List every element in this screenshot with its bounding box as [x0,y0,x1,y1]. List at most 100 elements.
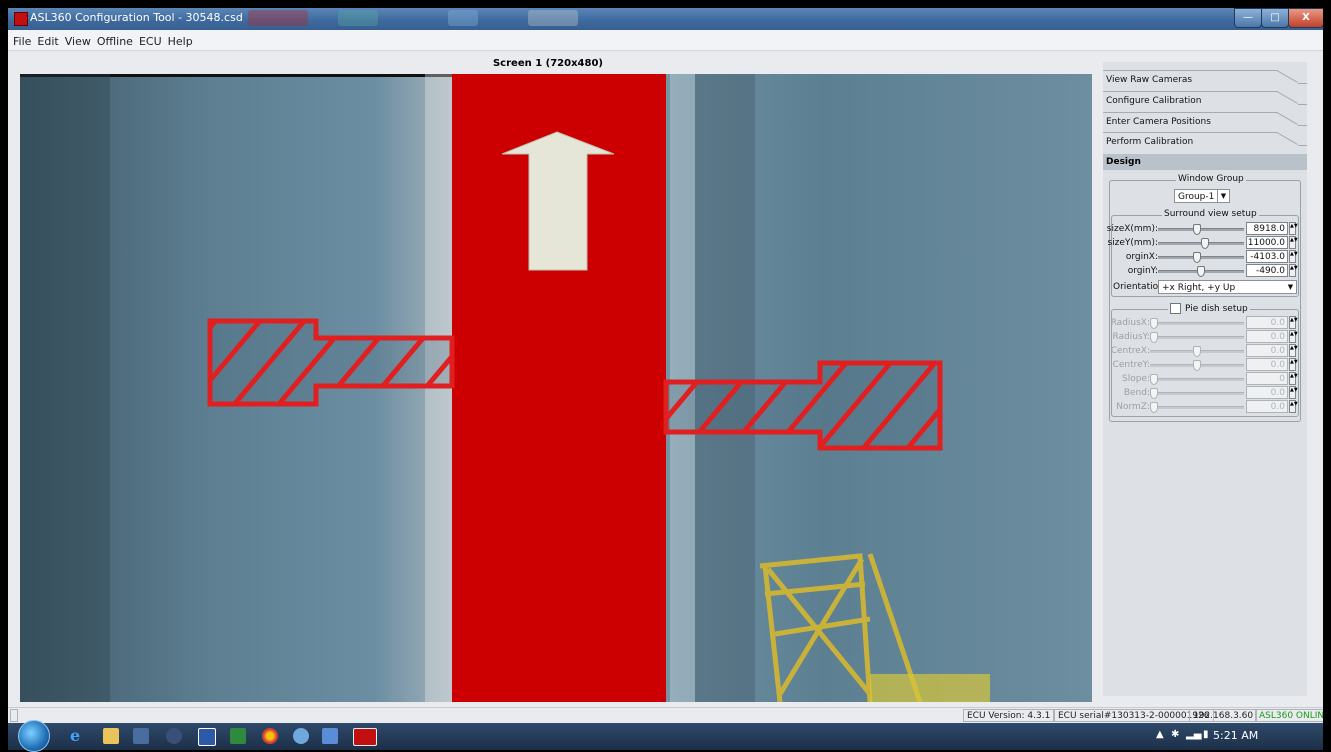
pie-slider-handle[interactable] [1150,402,1158,413]
pie-slider-track[interactable] [1150,378,1244,381]
pie-slider-track[interactable] [1150,336,1244,339]
right-panel: View Raw Cameras Configure Calibration E… [1103,62,1307,696]
camera-overlay [20,74,990,702]
surround-row: sizeX(mm): 8918.0 ▲▼ [1107,222,1298,236]
pie-slider-track[interactable] [1150,392,1244,395]
file-explorer-icon[interactable] [103,728,119,744]
start-button[interactable] [18,720,50,752]
surround-value-field[interactable]: -490.0 [1246,264,1288,277]
window-title: ASL360 Configuration Tool - 30548.csd [30,11,243,24]
pie-row: NormZ: 0.0 ▲▼ [1112,400,1298,414]
signal-icon[interactable]: ▂▄ [1186,729,1201,740]
menu-ecu[interactable]: ECU [136,32,165,52]
surround-slider-handle[interactable] [1193,252,1202,263]
maximize-button[interactable]: □ [1261,8,1289,28]
taskbar-glass-reflection [338,10,378,26]
window-group-select[interactable]: Group-1 ▼ [1174,189,1230,203]
pie-spin-arrows-icon[interactable]: ▲▼ [1289,344,1298,357]
bluetooth-icon[interactable]: ✱ [1171,729,1179,740]
pie-slider-track[interactable] [1150,406,1244,409]
surround-view-legend: Surround view setup [1162,209,1259,219]
minimize-button[interactable]: — [1234,8,1262,28]
pie-spin-arrows-icon[interactable]: ▲▼ [1289,372,1298,385]
pie-row: RadiusY: 0.0 ▲▼ [1112,330,1298,344]
surround-slider-handle[interactable] [1197,266,1205,277]
pie-value-field[interactable]: 0 [1246,372,1288,385]
battery-icon[interactable]: ▮ [1203,729,1209,740]
chevron-down-icon[interactable]: ▼ [1217,190,1229,202]
taskbar-glass-reflection [528,10,578,26]
pie-slider-handle[interactable] [1150,318,1158,329]
yellow-object [870,674,990,702]
surround-slider-handle[interactable] [1200,238,1209,249]
menu-edit[interactable]: Edit [34,32,61,52]
tray-chevron-up-icon[interactable]: ▲ [1156,729,1164,740]
ecu-ip: 192.168.3.60 [1189,709,1258,722]
menu-bar: File Edit View Offline ECU Help [8,30,1323,51]
pie-spin-arrows-icon[interactable]: ▲▼ [1289,330,1298,343]
pie-slider-handle[interactable] [1150,332,1158,343]
chevron-down-icon[interactable]: ▼ [1285,281,1296,293]
app-icon-blue[interactable] [293,728,309,744]
menu-help[interactable]: Help [165,32,196,52]
pie-dish-checkbox[interactable] [1170,303,1181,314]
pie-row: Bend: 0.0 ▲▼ [1112,386,1298,400]
pie-spin-arrows-icon[interactable]: ▲▼ [1289,358,1298,371]
pie-value-field[interactable]: 0.0 [1246,386,1288,399]
pie-label: RadiusX: [1110,318,1150,328]
pie-label: RadiusY: [1112,332,1150,342]
pie-value-field[interactable]: 0.0 [1246,344,1288,357]
pie-slider-handle[interactable] [1193,346,1201,357]
camera-shadow-left [20,74,110,702]
pie-slider-track[interactable] [1150,322,1244,325]
camera-view[interactable] [20,74,1092,702]
surround-spin-arrows-icon[interactable]: ▲▼ [1289,250,1298,263]
pie-dish-legend-wrap: Pie dish setup [1168,303,1250,314]
pie-slider-handle[interactable] [1150,388,1158,399]
surround-slider-handle[interactable] [1193,224,1202,235]
pie-spin-arrows-icon[interactable]: ▲▼ [1289,400,1298,413]
menu-view[interactable]: View [62,32,94,52]
menu-offline[interactable]: Offline [94,32,136,52]
surround-spin-arrows-icon[interactable]: ▲▼ [1289,222,1298,235]
surround-label: sizeY(mm): [1107,238,1158,248]
surround-label: sizeX(mm): [1106,224,1158,234]
word-icon[interactable] [198,728,216,746]
orientation-select[interactable]: +x Right, +y Up ▼ [1158,280,1297,294]
pie-slider-handle[interactable] [1150,374,1158,385]
pie-value-field[interactable]: 0.0 [1246,358,1288,371]
pie-value-field[interactable]: 0.0 [1246,400,1288,413]
title-bar[interactable]: ASL360 Configuration Tool - 30548.csd — … [8,8,1323,30]
pie-slider-handle[interactable] [1193,360,1201,371]
surround-row: sizeY(mm): 11000.0 ▲▼ [1107,236,1298,250]
chrome-icon[interactable] [262,728,278,744]
tab-enter-camera-positions[interactable]: Enter Camera Positions [1103,112,1307,132]
application-window: ASL360 Configuration Tool - 30548.csd — … [8,8,1323,746]
surround-view-box: Surround view setup sizeX(mm): 8918.0 ▲▼ si… [1107,209,1299,297]
tab-perform-calibration[interactable]: Perform Calibration [1103,132,1307,152]
tab-label: Perform Calibration [1106,137,1194,147]
pie-value-field[interactable]: 0.0 [1246,330,1288,343]
surround-value-field[interactable]: 8918.0 [1246,222,1288,235]
surround-spin-arrows-icon[interactable]: ▲▼ [1289,264,1298,277]
media-player-icon[interactable] [133,728,149,744]
excel-icon[interactable] [230,728,246,744]
remote-desktop-icon[interactable] [322,728,338,744]
paint-icon[interactable] [166,728,182,744]
close-button[interactable]: X [1288,8,1323,28]
surround-value-field[interactable]: -4103.0 [1246,250,1288,263]
pie-spin-arrows-icon[interactable]: ▲▼ [1289,386,1298,399]
pie-row: Slope: 0 ▲▼ [1112,372,1298,386]
tab-design[interactable]: Design [1103,154,1307,170]
surround-value-field[interactable]: 11000.0 [1246,236,1288,249]
taskbar: e ▲ ✱ ▂▄ ▮ 5:21 AM [8,720,1323,752]
pie-value-field[interactable]: 0.0 [1246,316,1288,329]
surround-spin-arrows-icon[interactable]: ▲▼ [1289,236,1298,249]
menu-file[interactable]: File [10,32,34,52]
pie-label: CentreX: [1110,346,1150,356]
pie-spin-arrows-icon[interactable]: ▲▼ [1289,316,1298,329]
internet-explorer-icon[interactable]: e [70,728,86,744]
asl360-taskbar-icon[interactable] [353,728,377,746]
tab-view-raw-cameras[interactable]: View Raw Cameras [1103,70,1307,90]
tab-configure-calibration[interactable]: Configure Calibration [1103,91,1307,111]
